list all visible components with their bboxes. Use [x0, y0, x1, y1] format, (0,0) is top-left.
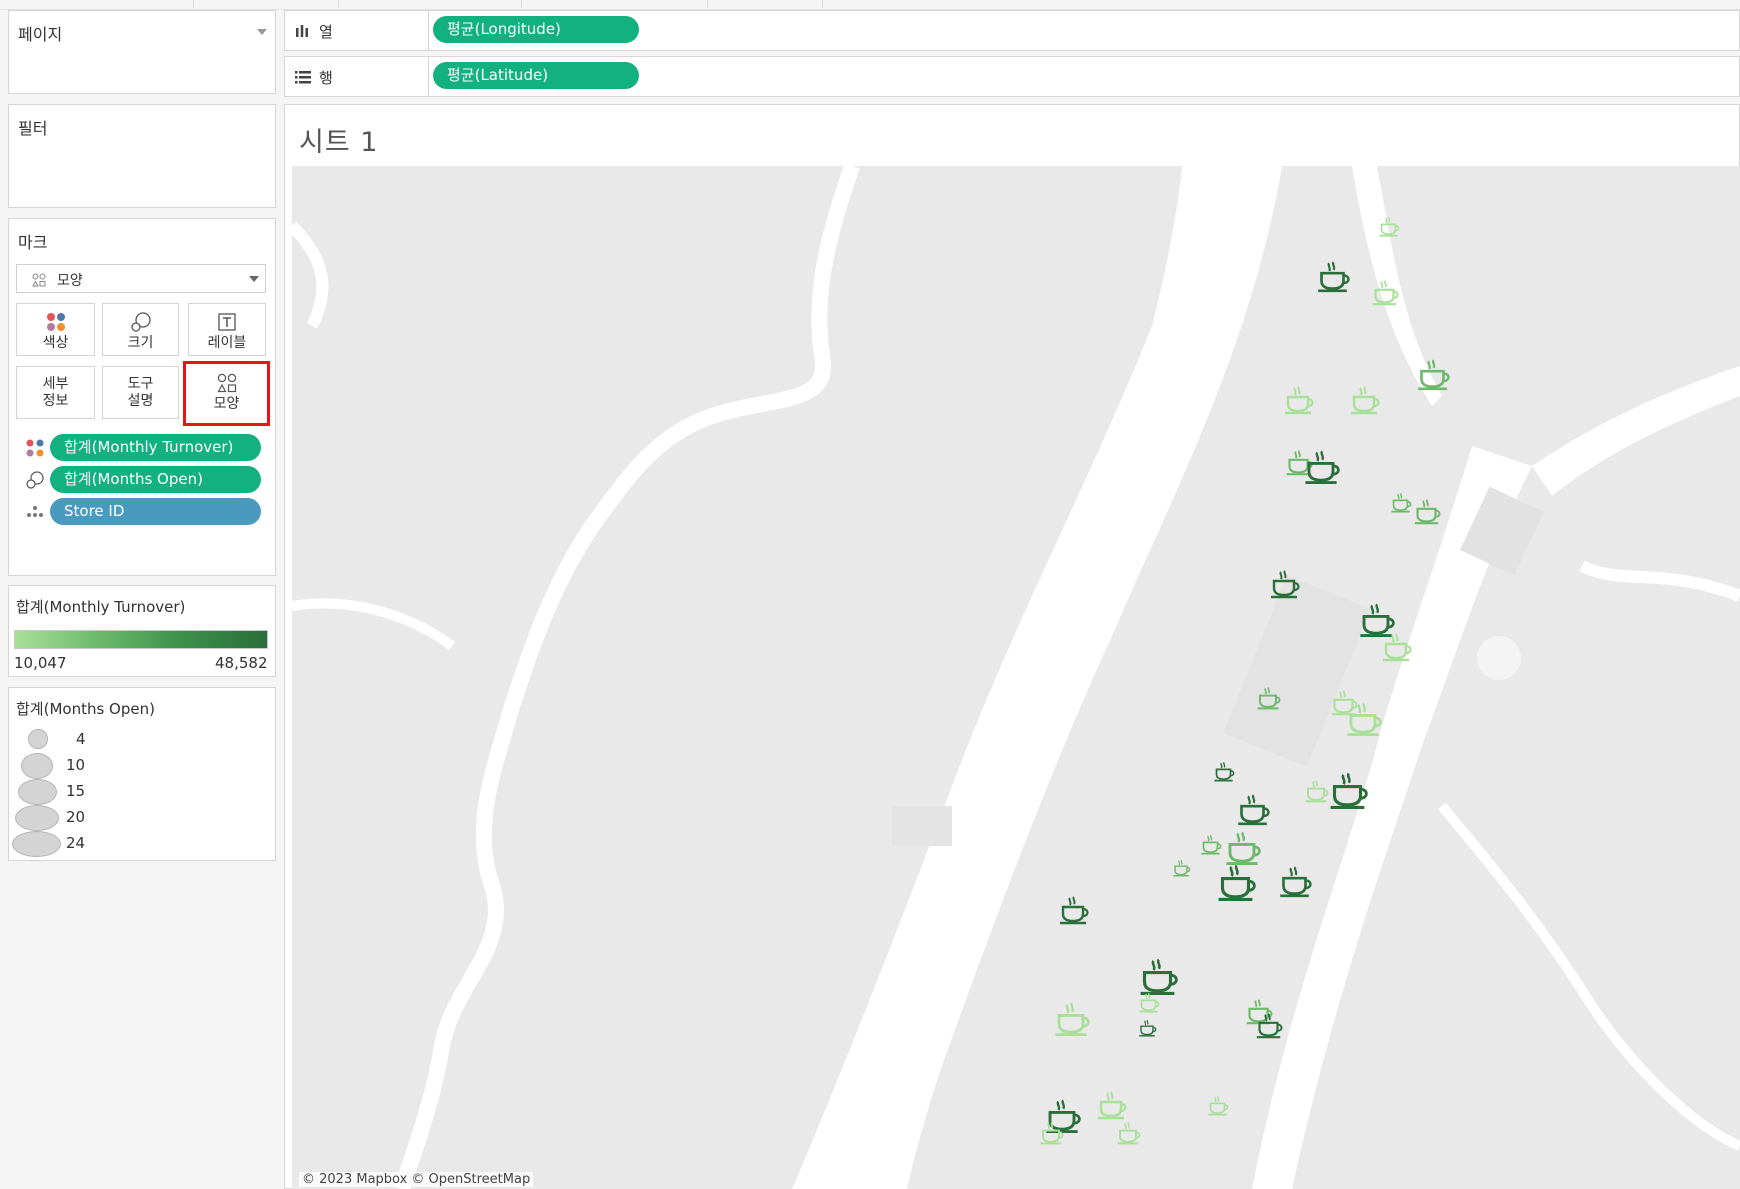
- detail-encoding-icon: [27, 506, 43, 517]
- size-legend-value: 20: [66, 808, 86, 826]
- mark-type-label: 모양: [57, 273, 83, 289]
- tooltip-button[interactable]: 도구 설명: [102, 366, 179, 419]
- chevron-down-icon: [249, 276, 259, 282]
- filters-card-title: 필터: [18, 119, 48, 138]
- field-pill-store-id[interactable]: Store ID: [50, 498, 261, 525]
- size-legend-value: 10: [66, 756, 86, 774]
- color-legend-title: 합계(Monthly Turnover): [16, 598, 186, 616]
- toolbar-strip: [0, 0, 1740, 10]
- rows-shelf[interactable]: 행 평균(Latitude): [284, 56, 1740, 97]
- tooltip-button-label: 도구 설명: [127, 376, 154, 409]
- coffee-cup-icon[interactable]: [1278, 865, 1315, 898]
- size-button-label: 크기: [127, 335, 154, 351]
- columns-icon: [296, 25, 308, 37]
- color-legend-min: 10,047: [14, 654, 67, 672]
- coffee-cup-icon[interactable]: [1416, 358, 1453, 391]
- marks-card-title: 마크: [18, 233, 48, 252]
- shape-button-label: 모양: [213, 396, 240, 412]
- label-icon: [218, 313, 236, 331]
- rows-shelf-label: 행: [319, 69, 333, 87]
- color-icon: [46, 313, 65, 331]
- coffee-cup-icon[interactable]: [1207, 1095, 1231, 1116]
- coffee-cup-icon[interactable]: [1216, 863, 1260, 902]
- rows-pill-latitude[interactable]: 평균(Latitude): [433, 62, 639, 89]
- size-legend-title: 합계(Months Open): [16, 700, 155, 718]
- coffee-cup-icon[interactable]: [1172, 859, 1192, 877]
- coffee-cup-icon[interactable]: [1039, 1121, 1066, 1145]
- size-icon: [130, 312, 151, 332]
- size-legend-value: 15: [66, 782, 86, 800]
- shape-button[interactable]: 모양: [183, 361, 270, 426]
- coffee-cup-icon[interactable]: [1058, 895, 1092, 925]
- coffee-cup-icon[interactable]: [1116, 1121, 1143, 1145]
- coffee-cup-icon[interactable]: [1328, 771, 1372, 810]
- coffee-cup-icon[interactable]: [1316, 260, 1353, 293]
- coffee-cup-icon[interactable]: [1345, 701, 1386, 737]
- coffee-cup-icon[interactable]: [1224, 830, 1265, 866]
- coffee-cup-icon[interactable]: [1378, 216, 1402, 237]
- shelf-divider: [428, 11, 429, 50]
- coffee-cup-icon[interactable]: [1096, 1090, 1130, 1120]
- coffee-cup-icon[interactable]: [1371, 279, 1402, 306]
- sheet-title: 시트 1: [299, 127, 379, 158]
- field-pill-months-open[interactable]: 합계(Months Open): [50, 466, 261, 493]
- shape-mark-icon: [32, 273, 46, 287]
- color-button-label: 색상: [42, 335, 69, 351]
- pages-card-title: 페이지: [18, 25, 63, 44]
- map-basemap: [292, 166, 1740, 1189]
- pages-card[interactable]: 페이지: [8, 10, 276, 94]
- coffee-cup-icon[interactable]: [1255, 1012, 1286, 1039]
- detail-button-label: 세부 정보: [42, 376, 69, 409]
- label-button-label: 레이블: [207, 335, 247, 351]
- coffee-cup-icon[interactable]: [1283, 385, 1317, 415]
- coffee-cup-icon[interactable]: [1236, 793, 1273, 826]
- map-view[interactable]: [292, 166, 1740, 1189]
- coffee-cup-icon[interactable]: [1138, 1019, 1158, 1037]
- mark-type-dropdown[interactable]: 모양: [16, 264, 266, 293]
- coffee-cup-icon[interactable]: [1213, 761, 1237, 782]
- label-button[interactable]: 레이블: [188, 303, 266, 356]
- map-attribution: © 2023 Mapbox © OpenStreetMap: [299, 1172, 534, 1187]
- detail-button[interactable]: 세부 정보: [16, 366, 95, 419]
- size-legend-value: 4: [76, 730, 86, 748]
- size-legend-shape: [18, 779, 57, 805]
- columns-shelf[interactable]: 열 평균(Longitude): [284, 10, 1740, 51]
- columns-shelf-label: 열: [319, 23, 333, 41]
- color-gradient-bar: [14, 630, 268, 649]
- coffee-cup-icon[interactable]: [1390, 492, 1414, 513]
- color-encoding-icon: [26, 439, 44, 457]
- shape-icon: [216, 373, 236, 393]
- coffee-cup-icon[interactable]: [1381, 632, 1415, 662]
- coffee-cup-icon[interactable]: [1303, 449, 1344, 485]
- pages-dropdown-icon[interactable]: [257, 29, 267, 35]
- color-button[interactable]: 색상: [16, 303, 95, 356]
- size-legend-shape: [21, 753, 53, 779]
- size-legend-shape: [15, 805, 59, 831]
- columns-pill-longitude[interactable]: 평균(Longitude): [433, 16, 639, 43]
- coffee-cup-icon[interactable]: [1053, 1001, 1094, 1037]
- coffee-cup-icon[interactable]: [1349, 385, 1383, 415]
- coffee-cup-icon[interactable]: [1413, 498, 1444, 525]
- coffee-cup-icon[interactable]: [1269, 569, 1303, 599]
- coffee-cup-icon[interactable]: [1256, 686, 1283, 710]
- rows-icon: [295, 71, 311, 84]
- coffee-cup-icon[interactable]: [1200, 834, 1224, 855]
- filters-card[interactable]: 필터: [8, 104, 276, 208]
- size-legend-value: 24: [66, 834, 86, 852]
- size-button[interactable]: 크기: [102, 303, 179, 356]
- coffee-cup-icon[interactable]: [1138, 992, 1162, 1013]
- size-legend-shape: [28, 729, 48, 749]
- coffee-cup-icon[interactable]: [1138, 957, 1182, 996]
- color-legend-max: 48,582: [215, 654, 268, 672]
- size-encoding-icon: [26, 471, 44, 489]
- shelf-divider: [428, 57, 429, 96]
- field-pill-monthly-turnover[interactable]: 합계(Monthly Turnover): [50, 434, 261, 461]
- size-legend-shape: [12, 831, 61, 857]
